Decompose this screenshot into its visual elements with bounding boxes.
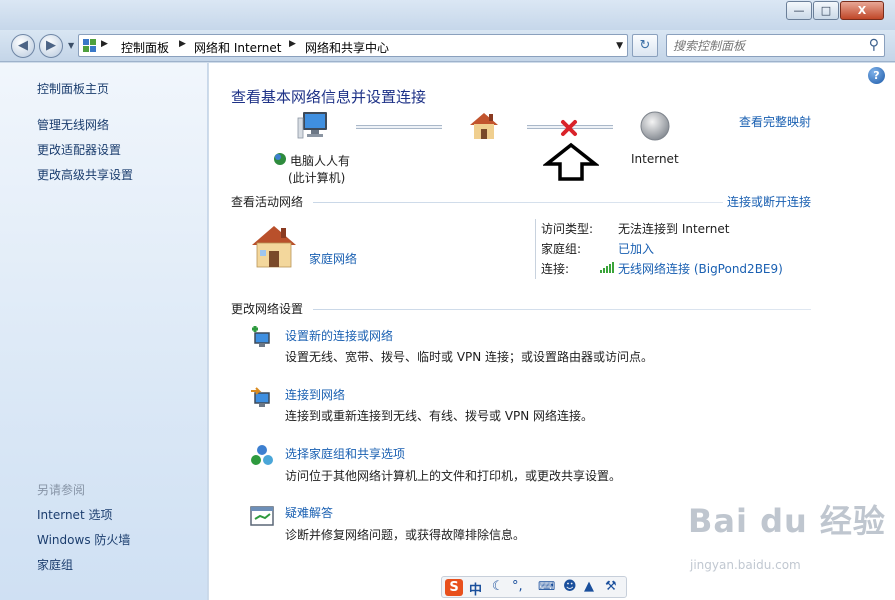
search-icon[interactable]: ⚲ <box>869 37 879 53</box>
this-computer-label: (此计算机) <box>288 171 346 185</box>
sidebar-item-adapter-settings[interactable]: 更改适配器设置 <box>37 141 121 158</box>
search-input[interactable] <box>673 38 853 54</box>
recent-pages-dropdown[interactable]: ▼ <box>68 41 74 50</box>
troubleshoot-link[interactable]: 疑难解答 <box>285 504 333 521</box>
maximize-button[interactable]: □ <box>813 1 839 20</box>
left-task-pane: 控制面板主页 管理无线网络 更改适配器设置 更改高级共享设置 另请参阅 Inte… <box>0 63 208 600</box>
back-button[interactable]: ◀ <box>11 34 35 58</box>
breadcrumb-network-internet[interactable]: 网络和 Internet <box>194 39 281 56</box>
title-bar: — □ X <box>0 0 895 30</box>
breadcrumb-separator-icon: ▶ <box>289 39 296 49</box>
page-title: 查看基本网络信息并设置连接 <box>231 88 427 106</box>
computer-status-icon <box>273 152 287 169</box>
see-also-heading: 另请参阅 <box>37 483 86 497</box>
forward-arrow-icon: ▶ <box>46 38 56 53</box>
sidebar-item-windows-firewall[interactable]: Windows 防火墙 <box>37 531 130 548</box>
home-network-link[interactable]: 家庭网络 <box>309 250 357 267</box>
wifi-signal-icon <box>600 262 614 273</box>
connection-error-x-icon[interactable] <box>560 119 578 137</box>
setup-new-connection-desc: 设置无线、宽带、拨号、临时或 VPN 连接；或设置路由器或访问点。 <box>285 350 654 364</box>
search-box[interactable]: ⚲ <box>666 34 885 57</box>
chinese-mode-toggle[interactable]: 中 <box>469 579 482 598</box>
address-dropdown-icon[interactable]: ▼ <box>616 41 623 51</box>
view-full-map-link[interactable]: 查看完整映射 <box>739 113 811 130</box>
user-icon[interactable]: ☻ <box>563 579 577 594</box>
connect-to-network-desc: 连接到或重新连接到无线、有线、拨号或 VPN 网络连接。 <box>285 409 594 423</box>
address-bar[interactable]: ▶ 控制面板 ▶ 网络和 Internet ▶ 网络和共享中心 ▼ <box>78 34 628 57</box>
homegroup-sharing-link[interactable]: 选择家庭组和共享选项 <box>285 445 405 462</box>
ime-toolbar[interactable]: S 中 ☾ °, ⌨ ☻ ▲ ⚒ <box>441 576 627 598</box>
help-icon[interactable]: ? <box>868 67 885 84</box>
connect-to-network-link[interactable]: 连接到网络 <box>285 386 345 403</box>
troubleshoot-desc: 诊断并修复网络问题，或获得故障排除信息。 <box>285 528 526 542</box>
setup-new-connection-link[interactable]: 设置新的连接或网络 <box>285 327 393 344</box>
breadcrumb-control-panel[interactable]: 控制面板 <box>121 39 169 56</box>
homegroup-sharing-desc: 访问位于其他网络计算机上的文件和打印机，或更改共享设置。 <box>285 469 622 483</box>
breadcrumb-separator-icon: ▶ <box>179 39 186 49</box>
keyboard-icon[interactable]: ⌨ <box>538 579 555 593</box>
homegroup-label: 家庭组: <box>541 242 582 256</box>
moon-icon[interactable]: ☾ <box>492 579 504 594</box>
sidebar-item-manage-wireless[interactable]: 管理无线网络 <box>37 116 109 133</box>
computer-name-label: 电脑人人有 <box>290 154 351 168</box>
sogou-logo-icon[interactable]: S <box>445 579 463 596</box>
navigation-bar: ◀ ▶ ▼ ▶ 控制面板 ▶ 网络和 Internet ▶ 网络和共享中心 ▼ … <box>0 30 895 62</box>
home-network-large-icon[interactable] <box>249 223 299 269</box>
home-network-icon[interactable] <box>467 110 501 142</box>
close-button[interactable]: X <box>840 1 884 20</box>
sidebar-item-internet-options[interactable]: Internet 选项 <box>37 506 112 523</box>
connect-disconnect-link[interactable]: 连接或断开连接 <box>727 193 811 210</box>
baidu-watermark: Bai du 经验 jingyan.baidu.com <box>688 496 886 572</box>
skin-shirt-icon[interactable]: ▲ <box>584 579 594 594</box>
vertical-divider <box>535 219 536 279</box>
control-panel-home-link[interactable]: 控制面板主页 <box>37 80 109 97</box>
punctuation-icon[interactable]: °, <box>512 579 523 594</box>
homegroup-sharing-icon <box>251 445 273 465</box>
section-divider <box>313 202 723 203</box>
change-settings-heading: 更改网络设置 <box>231 302 304 316</box>
back-arrow-icon: ◀ <box>18 38 28 53</box>
sidebar-item-homegroup[interactable]: 家庭组 <box>37 556 73 573</box>
troubleshoot-icon <box>250 506 274 526</box>
internet-label: Internet <box>631 152 679 166</box>
watermark-brand: Bai du 经验 <box>688 502 886 540</box>
access-type-value: 无法连接到 Internet <box>618 222 730 236</box>
minimize-button[interactable]: — <box>786 1 812 20</box>
breadcrumb-network-sharing-center[interactable]: 网络和共享中心 <box>305 39 389 56</box>
computer-icon[interactable] <box>297 110 331 142</box>
sidebar-item-advanced-sharing[interactable]: 更改高级共享设置 <box>37 166 133 183</box>
settings-wrench-icon[interactable]: ⚒ <box>605 579 617 594</box>
access-type-label: 访问类型: <box>541 222 594 236</box>
breadcrumb-separator-icon: ▶ <box>101 39 108 49</box>
active-networks-heading: 查看活动网络 <box>231 195 304 209</box>
connection-line <box>356 125 442 129</box>
up-arrow-annotation-icon <box>543 142 599 181</box>
new-connection-icon <box>252 326 270 347</box>
wireless-connection-link[interactable]: 无线网络连接 (BigPond2BE9) <box>618 260 783 277</box>
section-divider <box>313 309 811 310</box>
connect-to-network-icon <box>251 387 270 407</box>
forward-button[interactable]: ▶ <box>39 34 63 58</box>
refresh-button[interactable]: ↻ <box>632 34 658 57</box>
homegroup-joined-link[interactable]: 已加入 <box>618 240 654 257</box>
watermark-url: jingyan.baidu.com <box>690 558 801 572</box>
connection-label: 连接: <box>541 262 570 276</box>
control-panel-icon <box>83 39 96 52</box>
internet-globe-icon[interactable] <box>639 110 671 142</box>
refresh-icon: ↻ <box>639 38 651 53</box>
